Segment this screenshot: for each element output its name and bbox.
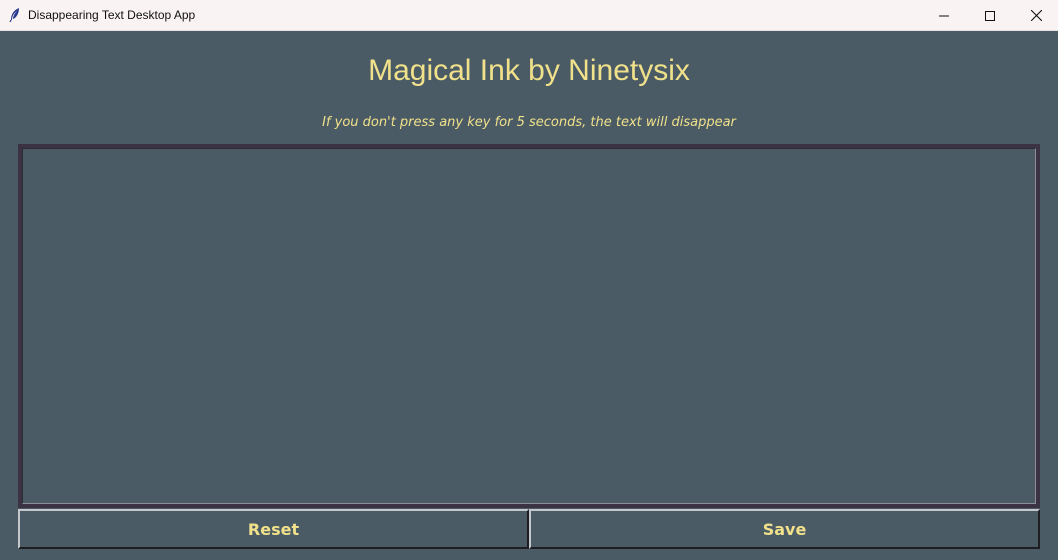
minimize-button[interactable] [921,0,967,30]
page-title: Magical Ink by Ninetysix [368,54,690,87]
app-window: Disappearing Text Desktop App Magical In… [0,0,1058,560]
instruction-text: If you don't press any key for 5 seconds… [322,115,736,130]
feather-icon [8,7,22,23]
save-button-label: Save [762,519,807,539]
save-button[interactable]: Save [529,509,1040,549]
editor-frame [18,144,1040,508]
window-title: Disappearing Text Desktop App [28,8,196,22]
maximize-icon [985,6,995,25]
minimize-icon [939,6,949,25]
text-editor[interactable] [22,148,1036,504]
close-icon [1030,6,1042,25]
reset-button[interactable]: Reset [18,509,529,549]
title-bar[interactable]: Disappearing Text Desktop App [0,0,1058,31]
reset-button-label: Reset [247,519,300,539]
maximize-button[interactable] [967,0,1013,30]
close-button[interactable] [1013,0,1058,30]
